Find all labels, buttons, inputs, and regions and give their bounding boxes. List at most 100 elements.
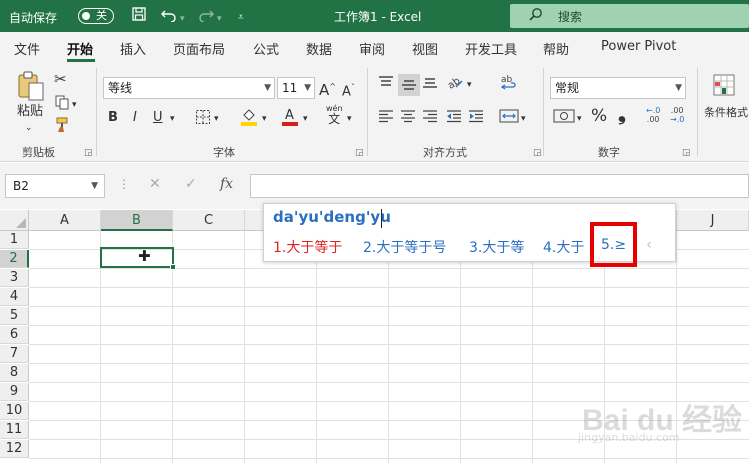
chevron-down-icon: ▼ <box>264 83 271 93</box>
tab-view[interactable]: 视图 <box>412 39 438 58</box>
align-top-icon[interactable] <box>378 74 394 97</box>
decrease-font-icon[interactable]: Aˇ <box>342 78 355 102</box>
alignment-launcher-icon[interactable]: ◲ <box>533 148 542 158</box>
column-header[interactable]: A <box>29 210 101 231</box>
borders-dropdown-icon[interactable]: ▾ <box>214 109 219 129</box>
wrap-text-icon[interactable]: ab <box>499 73 519 100</box>
decrease-decimal-icon[interactable]: .00 →.0 <box>670 106 684 124</box>
paste-dropdown-icon[interactable]: ⌄ <box>25 118 33 138</box>
borders-icon[interactable] <box>195 109 211 132</box>
increase-font-icon[interactable]: A^ <box>319 77 336 100</box>
enter-icon[interactable]: ✓ <box>185 176 197 192</box>
redo-icon[interactable] <box>197 6 215 27</box>
autosave-toggle[interactable]: 关 <box>78 8 114 24</box>
phonetic-icon[interactable]: wén 文 <box>326 104 343 126</box>
row-header[interactable]: 3 <box>0 269 29 287</box>
row-header[interactable]: 10 <box>0 402 29 420</box>
increase-indent-icon[interactable] <box>468 108 484 131</box>
accounting-dropdown-icon[interactable]: ▾ <box>577 109 582 129</box>
fill-color-dropdown-icon[interactable]: ▾ <box>262 109 267 129</box>
italic-button[interactable]: I <box>133 108 137 128</box>
customize-qat-icon[interactable]: ⩡ <box>238 8 244 28</box>
number-launcher-icon[interactable]: ◲ <box>682 148 691 158</box>
font-size-combo[interactable]: 11 ▼ <box>277 77 315 99</box>
conditional-formatting-icon[interactable] <box>712 73 736 104</box>
conditional-formatting-label[interactable]: 条件格式 <box>704 103 748 123</box>
formula-bar-grip-icon[interactable]: ⋮ <box>118 177 130 191</box>
ime-candidate[interactable]: 2.大于等于号 <box>363 237 446 257</box>
row-header[interactable]: 2 <box>0 250 29 268</box>
ime-candidate[interactable]: 1.大于等于 <box>273 237 342 257</box>
comma-style-icon[interactable]: ❟ <box>618 103 626 123</box>
tab-file[interactable]: 文件 <box>14 39 40 58</box>
cancel-icon[interactable]: ✕ <box>149 176 161 192</box>
orientation-dropdown-icon[interactable]: ▾ <box>467 75 472 95</box>
font-launcher-icon[interactable]: ◲ <box>355 148 364 158</box>
decrease-indent-icon[interactable] <box>446 108 462 131</box>
column-header[interactable]: B <box>101 210 173 231</box>
tab-data[interactable]: 数据 <box>306 39 332 58</box>
formula-input[interactable] <box>250 174 749 198</box>
align-bottom-icon[interactable] <box>422 74 438 97</box>
tab-formulas[interactable]: 公式 <box>253 39 279 58</box>
merge-dropdown-icon[interactable]: ▾ <box>521 109 526 129</box>
underline-button[interactable]: U <box>153 108 163 128</box>
tab-home[interactable]: 开始 <box>67 39 93 58</box>
column-header[interactable]: J <box>677 210 749 231</box>
gridline <box>29 382 749 383</box>
row-header[interactable]: 6 <box>0 326 29 344</box>
ime-prev-page-icon[interactable]: ‹ <box>646 235 652 253</box>
fill-handle[interactable] <box>170 264 176 270</box>
row-header[interactable]: 4 <box>0 288 29 306</box>
align-middle-icon[interactable] <box>398 74 420 96</box>
merge-center-icon[interactable] <box>499 108 519 131</box>
row-header[interactable]: 8 <box>0 364 29 382</box>
percent-button[interactable]: % <box>591 106 607 126</box>
ime-candidate[interactable]: 3.大于等 <box>469 237 524 257</box>
orientation-icon[interactable]: ab <box>446 73 464 98</box>
phonetic-dropdown-icon[interactable]: ▾ <box>347 109 352 129</box>
fill-color-icon[interactable] <box>240 106 258 133</box>
cut-icon[interactable]: ✂ <box>54 69 67 89</box>
save-icon[interactable] <box>131 6 147 27</box>
tab-page-layout[interactable]: 页面布局 <box>173 39 225 58</box>
copy-dropdown-icon[interactable]: ▾ <box>72 95 77 115</box>
row-header[interactable]: 5 <box>0 307 29 325</box>
increase-decimal-icon[interactable]: ←.0.00 <box>646 106 660 124</box>
undo-icon[interactable] <box>160 6 178 27</box>
row-header[interactable]: 12 <box>0 440 29 458</box>
underline-dropdown-icon[interactable]: ▾ <box>170 109 175 129</box>
active-cell[interactable] <box>100 247 176 270</box>
gridline <box>29 268 749 269</box>
select-all-button[interactable] <box>0 210 29 231</box>
tab-insert[interactable]: 插入 <box>120 39 146 58</box>
align-right-icon[interactable] <box>422 108 438 131</box>
insert-function-icon[interactable]: fx <box>220 176 233 192</box>
align-left-icon[interactable] <box>378 108 394 131</box>
tab-developer[interactable]: 开发工具 <box>465 39 517 58</box>
row-header[interactable]: 7 <box>0 345 29 363</box>
font-name-combo[interactable]: 等线 ▼ <box>103 77 275 99</box>
ime-candidate[interactable]: 4.大于 <box>543 237 584 257</box>
format-painter-icon[interactable] <box>54 117 70 140</box>
accounting-format-icon[interactable] <box>553 107 575 132</box>
undo-dropdown-icon[interactable]: ▾ <box>180 9 185 29</box>
column-header[interactable]: C <box>173 210 245 231</box>
row-header[interactable]: 11 <box>0 421 29 439</box>
copy-icon[interactable] <box>54 94 70 117</box>
svg-text:ab: ab <box>501 75 513 85</box>
font-color-icon[interactable]: A <box>281 106 299 133</box>
bold-button[interactable]: B <box>108 108 118 128</box>
tab-help[interactable]: 帮助 <box>543 39 569 58</box>
search-box[interactable]: 搜索 <box>510 4 749 28</box>
redo-dropdown-icon[interactable]: ▾ <box>217 9 222 29</box>
clipboard-launcher-icon[interactable]: ◲ <box>84 148 93 158</box>
name-box[interactable]: B2 ▼ <box>5 174 105 198</box>
row-header[interactable]: 1 <box>0 231 29 249</box>
row-header[interactable]: 9 <box>0 383 29 401</box>
tab-power-pivot[interactable]: Power Pivot <box>601 39 676 54</box>
number-format-combo[interactable]: 常规 ▼ <box>550 77 686 99</box>
align-center-icon[interactable] <box>400 108 416 131</box>
tab-review[interactable]: 审阅 <box>359 39 385 58</box>
font-color-dropdown-icon[interactable]: ▾ <box>303 109 308 129</box>
